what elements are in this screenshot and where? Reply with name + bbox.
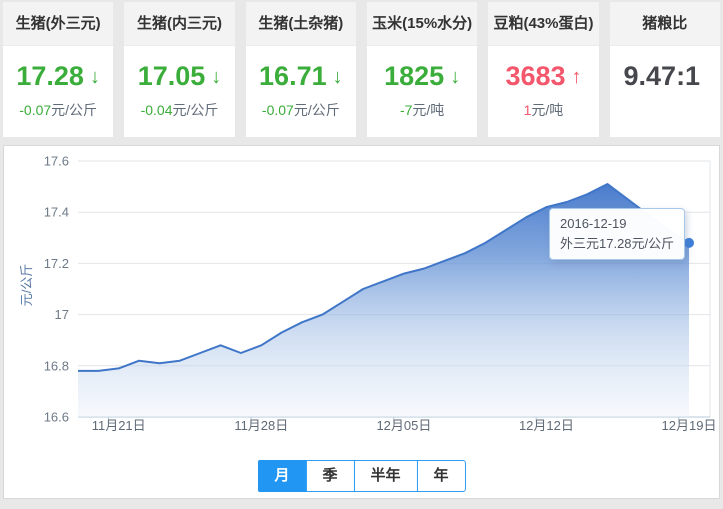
card-title: 豆粕(43%蛋白) [488,2,599,46]
card-value: 16.71 [259,61,327,91]
x-tick-label: 12月12日 [519,418,574,433]
price-card-corn: 玉米(15%水分) 1825 ↓ -7元/吨 [366,2,478,137]
card-value: 9.47:1 [623,61,701,91]
y-tick-label: 16.6 [44,410,69,425]
card-value: 17.05 [137,61,206,91]
chart-tooltip: 2016-12-19 外三元17.28元/公斤 [549,208,686,261]
card-change: 1元/吨 [523,102,564,118]
card-value: 17.28 [16,61,84,91]
y-tick-label: 16.8 [44,358,69,373]
price-card-waisanyuan: 生猪(外三元) 17.28 ↓ -0.07元/公斤 [3,2,114,137]
price-card-tuzazhu: 生猪(土杂猪) 16.71 ↓ -0.07元/公斤 [245,2,356,137]
x-tick-label: 12月05日 [376,418,431,433]
y-tick-label: 17 [55,307,69,322]
chart-panel: 17.6 17.4 17.2 17 16.8 16.6 11月21日 11月28日 12月05日… [3,145,720,499]
price-trend-area-chart: 17.6 17.4 17.2 17 16.8 16.6 11月21日 11月28日 12月05日… [44,154,717,434]
trend-down-icon: ↓ [332,66,343,88]
price-card-soybean-meal: 豆粕(43%蛋白) 3683 ↑ 1元/吨 [488,2,599,137]
tooltip-date: 2016-12-19 [560,216,627,231]
card-title: 生猪(土杂猪) [245,2,356,46]
card-change: -0.04元/公斤 [140,102,219,118]
y-tick-label: 17.2 [44,256,69,271]
last-point-dot[interactable] [684,237,694,248]
x-tick-label: 11月21日 [92,418,146,433]
tab-quarter[interactable]: 季 [305,460,355,492]
card-change: -0.07元/公斤 [19,102,98,118]
card-title: 生猪(外三元) [3,2,114,46]
trend-down-icon: ↓ [89,66,100,88]
tooltip-value: 外三元17.28元/公斤 [560,236,675,252]
card-title: 生猪(内三元) [124,2,235,46]
tab-half-year[interactable]: 半年 [353,460,418,492]
card-change: -0.07元/公斤 [261,102,340,118]
price-card-neisanyuan: 生猪(内三元) 17.05 ↓ -0.04元/公斤 [124,2,235,137]
x-tick-label: 12月19日 [662,418,717,433]
trend-down-icon: ↓ [211,66,222,88]
tab-year[interactable]: 年 [416,460,466,492]
price-card-hog-grain-ratio: 猪粮比 9.47:1 [609,2,720,137]
tab-month[interactable]: 月 [257,460,307,492]
y-tick-label: 17.4 [44,205,69,220]
trend-down-icon: ↓ [450,66,461,88]
card-value: 1825 [384,61,445,91]
card-change [610,100,720,118]
card-change: -7元/吨 [399,102,445,118]
y-axis-title: 元/公斤 [19,263,34,307]
y-tick-label: 17.6 [44,154,69,169]
x-tick-label: 11月28日 [234,418,288,433]
card-title: 玉米(15%水分) [366,2,478,46]
card-value: 3683 [505,61,566,91]
trend-up-icon: ↑ [571,66,582,88]
card-title: 猪粮比 [609,2,720,46]
period-tabs: 月 季 半年 年 [257,460,466,492]
price-cards-row: 生猪(外三元) 17.28 ↓ -0.07元/公斤 生猪(内三元) 17.05 ↓ … [0,0,723,137]
